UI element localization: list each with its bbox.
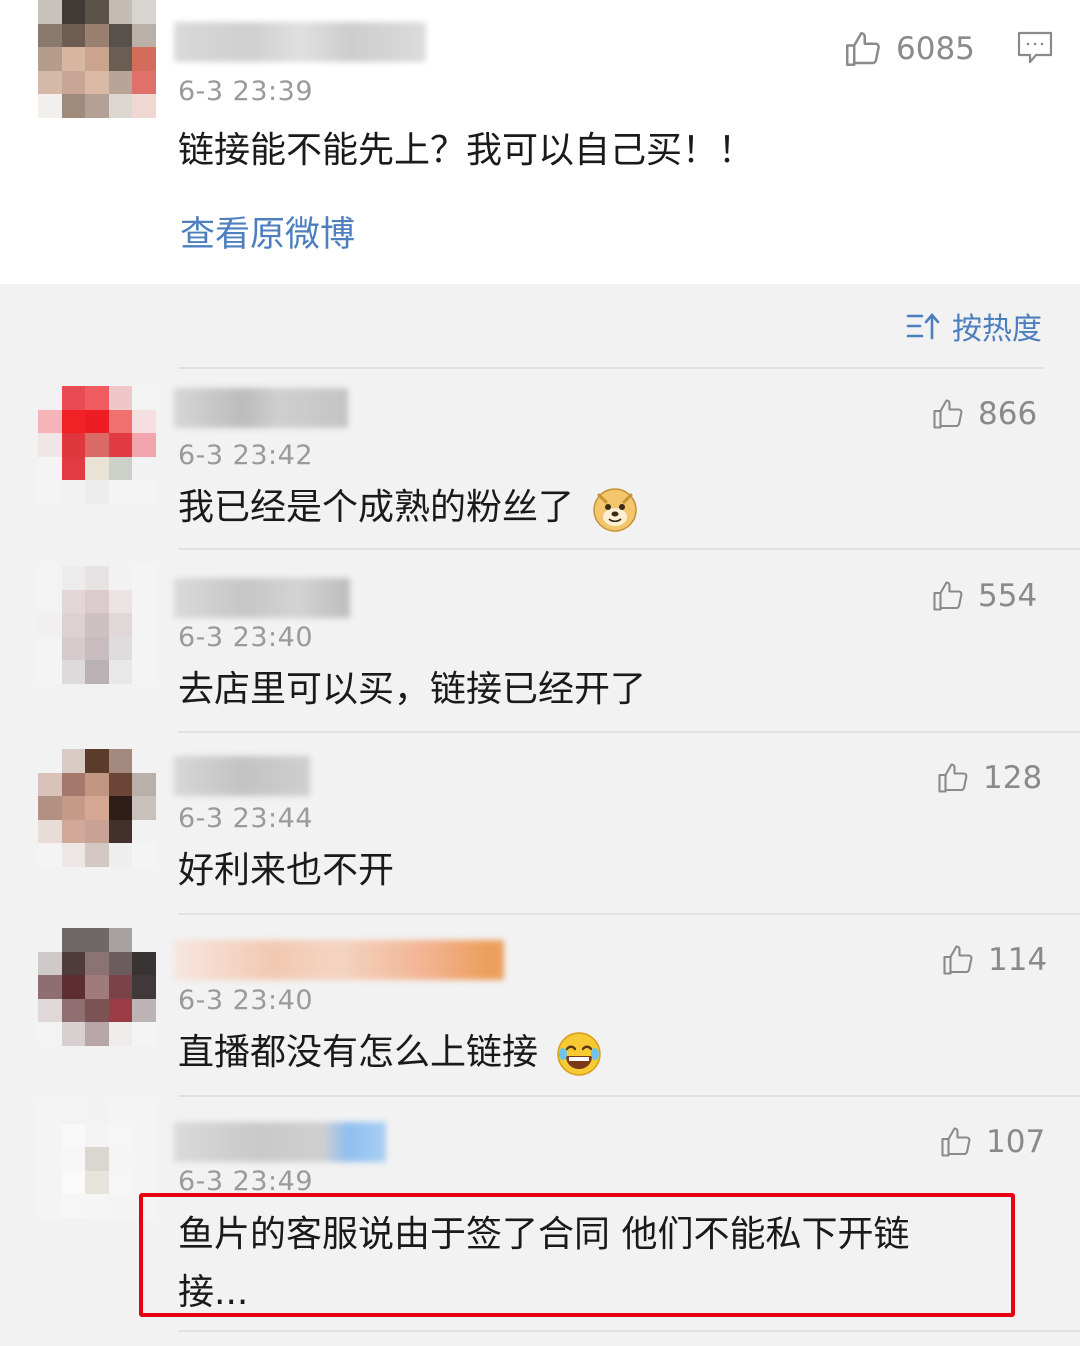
comment-time: 6-3 23:39 [178,76,313,107]
divider [178,548,1080,550]
thumbs-up-icon [943,945,973,975]
like-count: 554 [978,578,1038,614]
comment-time: 6-3 23:42 [178,440,313,471]
like-count: 128 [983,760,1043,796]
comment-text-value: 直播都没有怎么上链接 [178,1032,539,1073]
divider [178,731,1080,733]
highlight-box [139,1193,1015,1317]
comment-text: 好利来也不开 [178,850,395,891]
main-post: 6-3 23:39 链接能不能先上？我可以自己买！！ 查看原微博 6085 [0,0,1080,284]
like-button[interactable]: 554 [930,578,1037,614]
view-original-link[interactable]: 查看原微博 [180,206,355,257]
comment-text: 去店里可以买，链接已经开了 [178,669,647,710]
comment-text: 链接能不能先上？我可以自己买！！ [178,130,755,171]
thumbs-up-icon [933,581,963,611]
thumbs-up-icon [933,399,963,429]
sort-label: 按热度 [952,312,1042,347]
comment-text: 我已经是个成熟的粉丝了 [178,479,639,537]
username-obscured[interactable] [174,756,310,796]
comment-time: 6-3 23:40 [178,985,313,1016]
laugh-cry-emoji [557,1032,602,1076]
like-button[interactable]: 107 [938,1124,1045,1160]
comment-text: 直播都没有怎么上链接 [178,1024,603,1082]
avatar[interactable] [38,566,156,684]
like-count: 6085 [896,31,975,67]
like-count: 866 [978,396,1038,432]
sort-icon [906,313,940,340]
comment-time: 6-3 23:40 [178,622,313,653]
avatar[interactable] [38,0,156,118]
divider [178,1330,1080,1332]
avatar[interactable] [38,386,156,504]
avatar[interactable] [38,749,156,867]
thumbs-up-icon [938,763,968,793]
avatar[interactable] [38,928,156,1046]
like-button[interactable]: 128 [935,760,1042,796]
sort-by-popularity[interactable]: 按热度 [906,304,1042,348]
username-obscured[interactable] [174,578,350,618]
username-obscured[interactable] [174,388,348,428]
divider [178,1095,1080,1097]
like-count: 114 [988,942,1048,978]
like-button[interactable]: 6085 [842,28,975,70]
username-obscured[interactable] [174,22,426,62]
username-obscured[interactable] [174,1122,386,1162]
reply-icon[interactable] [1016,30,1054,66]
thumbs-up-icon [941,1127,971,1157]
username-obscured[interactable] [174,940,504,980]
divider [178,367,1044,369]
comment-time: 6-3 23:44 [178,803,313,834]
like-button[interactable]: 114 [940,942,1047,978]
comment-text-value: 我已经是个成熟的粉丝了 [178,487,575,528]
doge-emoji [593,488,638,532]
like-button[interactable]: 866 [930,396,1037,432]
thumbs-up-icon [846,32,880,66]
divider [178,913,1080,915]
like-count: 107 [986,1124,1046,1160]
